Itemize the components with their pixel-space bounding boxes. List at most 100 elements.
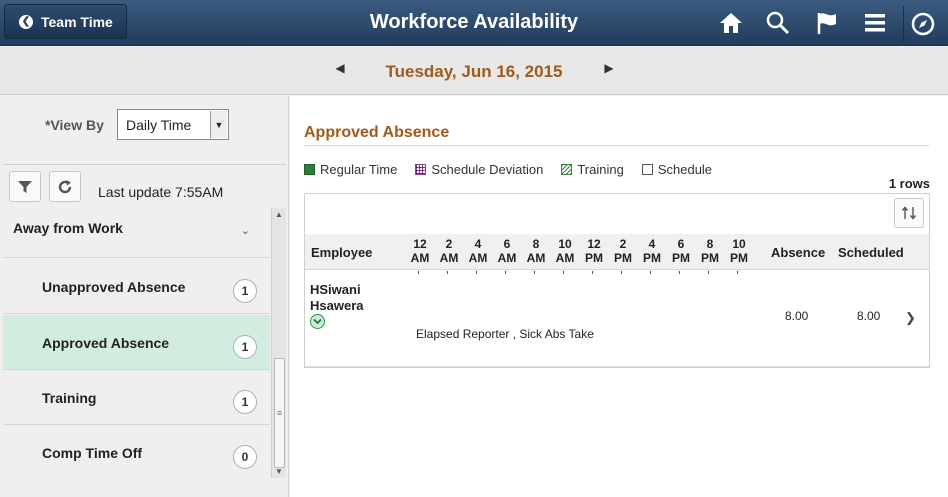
refresh-button[interactable] [49,171,81,202]
legend-label: Regular Time [320,161,398,177]
category-list: Away from Work ⌄ Unapproved Absence 1 Ap… [3,208,270,478]
sort-icon [901,206,917,220]
search-icon[interactable] [763,8,793,38]
scroll-up-icon[interactable]: ▲ [275,210,283,219]
schedule-swatch-icon [641,163,653,175]
current-date: Tuesday, Jun 16, 2015 [385,62,563,81]
hour-tick [563,271,564,274]
filter-button[interactable] [9,171,41,202]
view-by-select[interactable]: Daily Time ▼ [117,109,229,140]
hour-label: 10 PM [730,237,748,265]
menu-icon[interactable] [860,8,890,38]
flag-icon[interactable] [812,8,842,38]
count-badge: 1 [233,335,257,359]
compass-icon[interactable] [903,6,941,42]
filter-icon [18,180,32,193]
hour-tick [505,271,506,274]
chevron-down-icon[interactable]: ⌄ [241,224,250,237]
back-button-label: Team Time [41,13,113,30]
list-item-approved-absence[interactable]: Approved Absence 1 [3,315,270,370]
expand-details-icon[interactable] [310,314,325,329]
hour-label: 4 AM [468,237,488,265]
hour-tick [534,271,535,274]
row-detail-text: Elapsed Reporter , Sick Abs Take [416,327,594,341]
section-title: Approved Absence [304,124,450,141]
hour-tick [592,271,593,274]
hour-tick [621,271,622,274]
sort-button[interactable] [894,198,924,228]
scheduled-value: 8.00 [857,309,881,323]
hour-label: 10 AM [555,237,575,265]
home-icon[interactable] [716,8,746,38]
previous-day-icon[interactable]: ◀ [332,60,348,76]
column-employee[interactable]: Employee [311,245,372,260]
hour-label: 2 PM [614,237,632,265]
hour-tick [650,271,651,274]
count-badge: 0 [233,445,257,469]
rows-count: 1 rows [888,176,930,191]
scroll-down-icon[interactable]: ▼ [275,467,283,476]
list-item-training[interactable]: Training 1 [3,370,270,425]
legend-item-training: Training [561,161,624,177]
legend-item-schedule: Schedule [641,161,713,177]
hour-label: 12 AM [410,237,430,265]
back-button[interactable]: ❮ Team Time [4,4,127,39]
view-by-value: Daily Time [126,117,192,133]
page-title: Workforce Availability [369,11,579,33]
absence-value: 8.00 [785,309,809,323]
column-scheduled[interactable]: Scheduled [838,245,904,260]
list-item-label: Approved Absence [42,335,170,351]
hour-tick [679,271,680,274]
schedule-deviation-swatch-icon [415,163,427,175]
availability-grid: Employee 12 AM 2 AM 4 AM 6 AM 8 AM 10 AM 12 PM … [304,193,930,368]
list-item-label: Training [42,390,97,406]
hour-tick [476,271,477,274]
scroll-thumb[interactable]: ≡ [274,358,285,468]
view-by-label: *View By [45,117,104,133]
column-absence[interactable]: Absence [771,245,825,260]
legend-item-schedule-deviation: Schedule Deviation [415,162,543,177]
hour-tick [708,271,709,274]
list-item-comp-time-off[interactable]: Comp Time Off 0 [3,425,270,478]
date-navigation: ◀ Tuesday, Jun 16, 2015 ▶ [0,47,948,95]
section-divider [304,145,929,146]
group-header-away-from-work[interactable]: Away from Work ⌄ [3,208,270,258]
legend-label: Training [577,161,624,177]
next-day-icon[interactable]: ▶ [601,60,617,76]
list-toolbar: Last update 7:55AM [3,164,286,206]
row-divider [305,366,929,367]
hour-label: 8 AM [526,237,546,265]
hour-tick [737,271,738,274]
back-chevron-icon: ❮ [19,14,33,29]
legend: Regular Time Schedule Deviation Training… [304,160,730,178]
legend-label: Schedule [657,161,713,177]
hour-tick [418,271,419,274]
group-header-label: Away from Work [13,220,123,236]
list-item-unapproved-absence[interactable]: Unapproved Absence 1 [3,259,270,314]
count-badge: 1 [233,279,257,303]
employee-name[interactable]: HSiwani Hsawera [310,282,363,314]
list-item-label: Comp Time Off [42,445,143,461]
hour-label: 12 PM [585,237,603,265]
main-content: Approved Absence Regular Time Schedule D… [290,96,948,497]
legend-item-regular-time: Regular Time [304,162,397,177]
hour-label: 6 AM [497,237,517,265]
refresh-icon [58,179,72,193]
hour-label: 8 PM [701,237,719,265]
last-update-text: Last update 7:55AM [98,184,224,200]
dropdown-arrow-icon[interactable]: ▼ [210,111,227,138]
list-scrollbar[interactable]: ▲ ≡ ▼ [271,208,286,478]
hour-tick [447,271,448,274]
top-banner: ❮ Team Time Workforce Availability [0,0,948,46]
chevron-right-icon[interactable]: ❯ [905,310,916,326]
training-swatch-icon [561,163,573,175]
list-item-label: Unapproved Absence [42,279,186,295]
hour-label: 4 PM [643,237,661,265]
regular-time-swatch-icon [304,163,315,175]
hour-label: 2 AM [439,237,459,265]
legend-label: Schedule Deviation [431,161,544,177]
hour-label: 6 PM [672,237,690,265]
grid-column-header: Employee 12 AM 2 AM 4 AM 6 AM 8 AM 10 AM 12 PM … [305,234,929,270]
count-badge: 1 [233,390,257,414]
left-panel: *View By Daily Time ▼ Last update 7:55AM… [0,96,289,497]
